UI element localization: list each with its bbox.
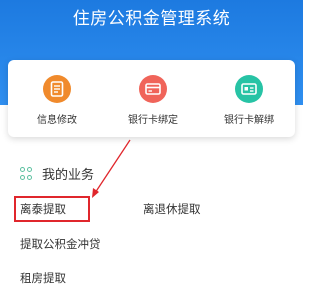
annotation-arrow (92, 139, 131, 198)
